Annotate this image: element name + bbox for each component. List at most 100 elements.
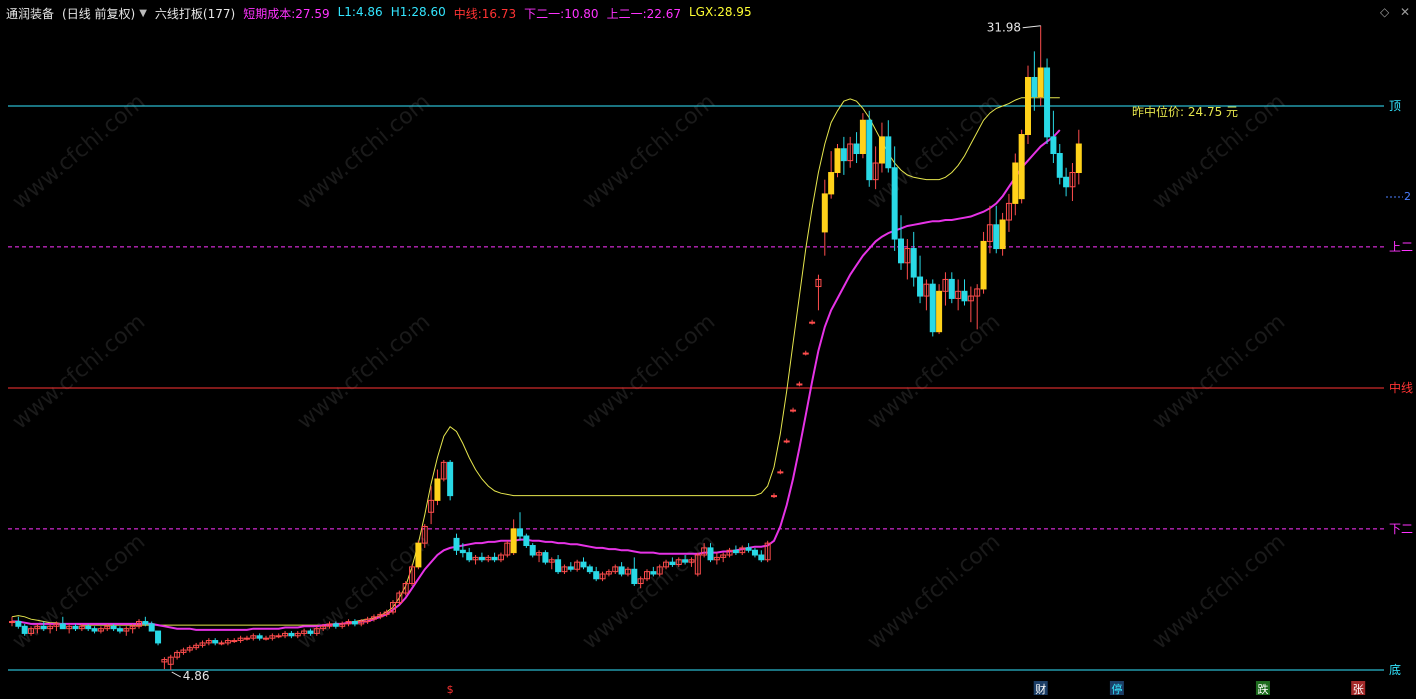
candle-body: [650, 571, 657, 575]
candle-body: [155, 630, 162, 644]
chart-header: 通润装备 (日线 前复权) ▼ 六线打板(177) 短期成本:27.59 L1:4…: [6, 4, 752, 22]
chart-canvas: www.cfchi.com www.cfchi.com www.cfchi.com w…: [8, 21, 1413, 696]
candle-body: [682, 559, 689, 563]
indicator-label: 上二一:: [606, 6, 647, 21]
candle-body: [821, 193, 828, 233]
candle-body: [929, 283, 936, 333]
indicator-label: 中线:: [453, 6, 482, 21]
indicator-item: 下二一:10.80: [524, 5, 598, 22]
watermark-text: www.cfchi.com: [1148, 529, 1290, 654]
watermark-text: www.cfchi.com: [293, 529, 435, 654]
candle-body: [555, 559, 562, 573]
candle-body: [459, 549, 466, 554]
candle-body: [1031, 76, 1038, 97]
indicator-label: L1:: [337, 4, 356, 19]
watermark-text: www.cfchi.com: [578, 89, 720, 214]
indicator-value: 27.59: [295, 6, 330, 21]
candle-body: [491, 556, 498, 561]
indicator-value: 28.95: [717, 4, 752, 19]
level-label: 底: [1389, 662, 1401, 677]
candle-body: [218, 642, 225, 645]
candle-body: [758, 554, 765, 561]
watermark-text: www.cfchi.com: [8, 89, 150, 214]
candle-body: [510, 528, 517, 554]
stock-title: 通润装备: [6, 6, 55, 21]
candle-body: [21, 625, 28, 634]
candle-body: [878, 136, 885, 164]
candle-body: [732, 549, 739, 554]
candle-body: [593, 571, 600, 580]
dropdown-icon[interactable]: ▼: [139, 8, 147, 19]
close-icon[interactable]: ✕: [1400, 5, 1410, 19]
candle-body: [771, 495, 777, 498]
candle-body: [840, 148, 847, 162]
indicator-label: 短期成本:: [243, 6, 296, 21]
candle-body: [802, 352, 809, 355]
candle-body: [478, 556, 485, 561]
candle-body: [307, 630, 314, 634]
bottom-marker: 财: [1035, 682, 1046, 696]
candle-body: [142, 621, 149, 625]
candle-body: [631, 568, 638, 585]
candle-body: [948, 278, 955, 299]
candle-body: [517, 528, 523, 537]
indicator-item: H1:28.60: [391, 5, 446, 22]
candle-body: [1018, 134, 1025, 200]
candle-body: [999, 219, 1006, 250]
max-price-label: 31.98: [987, 21, 1021, 35]
candle-body: [453, 537, 460, 551]
candle-body: [40, 625, 47, 630]
candle-body: [980, 240, 987, 290]
candle-body: [853, 143, 860, 155]
indicator-name[interactable]: 六线打板(177): [155, 5, 235, 22]
candle-body: [243, 637, 250, 640]
mid-price-label: 昨中位价: 24.75 元: [1132, 104, 1238, 119]
indicator-item: LGX:28.95: [689, 5, 752, 22]
level-label: 上二: [1389, 240, 1413, 254]
watermark-text: www.cfchi.com: [1148, 309, 1290, 434]
candle-body: [859, 119, 866, 155]
level-label: 顶: [1389, 99, 1401, 113]
indicator-label: H1:: [390, 4, 412, 19]
watermark-text: www.cfchi.com: [578, 309, 720, 434]
candle-body: [669, 561, 676, 566]
candle-body: [59, 623, 66, 630]
min-price-arrow: [171, 671, 181, 678]
candle-body: [288, 632, 295, 637]
candle-body: [263, 637, 269, 640]
cost-line: [12, 129, 1061, 631]
diamond-icon[interactable]: ◇: [1380, 5, 1389, 19]
candle-body: [707, 547, 714, 561]
candle-body: [91, 628, 98, 632]
indicator-label: 下二一:: [524, 6, 565, 21]
indicator-label: LGX:: [688, 4, 718, 19]
candle-body: [751, 549, 758, 556]
candle-body: [1025, 76, 1031, 136]
candle-body: [885, 136, 892, 169]
candle-body: [783, 440, 790, 443]
candle-body: [809, 321, 816, 324]
candle-body: [580, 561, 587, 568]
candle-body: [866, 119, 873, 181]
candle-body: [72, 625, 79, 630]
candle-body: [110, 625, 117, 630]
candle-body: [1012, 162, 1019, 204]
watermark-text: www.cfchi.com: [8, 529, 150, 654]
candle-body: [1063, 176, 1070, 188]
indicator-value: 22.67: [646, 6, 681, 21]
bottom-marker: 停: [1111, 682, 1122, 696]
watermark-text: www.cfchi.com: [863, 529, 1005, 654]
indicator-item: L1:4.86: [338, 5, 383, 22]
candle-body: [523, 535, 530, 547]
bottom-marker: $: [447, 683, 454, 696]
candle-body: [212, 640, 219, 644]
candle-body: [834, 148, 841, 174]
candle-body: [15, 621, 22, 627]
indicator-value: 10.80: [564, 6, 599, 21]
candle-body: [447, 461, 454, 497]
candle-body: [1056, 153, 1063, 178]
candle-body: [415, 542, 422, 568]
candle-body: [828, 172, 835, 195]
indicator-values: 短期成本:27.59 L1:4.86 H1:28.60 中线:16.73 下二一:10.…: [243, 5, 751, 22]
period-label: (日线 前复权): [62, 6, 136, 21]
